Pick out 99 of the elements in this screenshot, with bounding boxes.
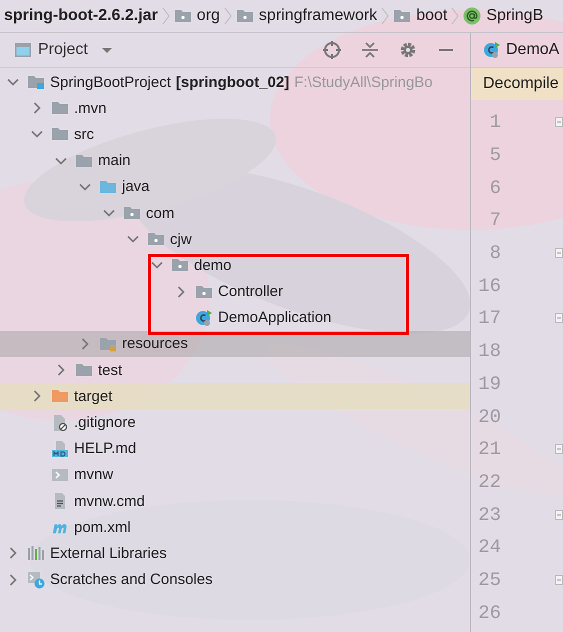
- line-number: 5: [488, 144, 501, 166]
- line-number: 16: [477, 274, 501, 297]
- line-number: 24: [477, 536, 501, 558]
- tree-item[interactable]: Scratches and Consoles: [0, 566, 470, 593]
- item-label: HELP.md: [74, 440, 136, 458]
- chevron-separator-icon: [451, 6, 460, 26]
- tree-item[interactable]: demo: [0, 252, 470, 278]
- item-label: mvnw: [74, 466, 114, 484]
- line-number: 18: [477, 340, 501, 362]
- item-label: .gitignore: [74, 414, 136, 432]
- fold-marker-icon[interactable]: [555, 510, 563, 520]
- line-number: 8: [488, 242, 501, 264]
- chevron-separator-icon: [162, 6, 170, 26]
- tree-item[interactable]: cjw: [0, 226, 470, 252]
- tree-item[interactable]: com: [0, 200, 470, 226]
- item-label: src: [74, 126, 94, 143]
- tree-item[interactable]: pom.xml: [0, 514, 470, 540]
- tree-item[interactable]: .mvn: [0, 95, 470, 122]
- line-number: 21: [477, 438, 501, 460]
- tree-item[interactable]: HELP.md: [0, 436, 470, 462]
- item-label: target: [74, 388, 112, 405]
- tree-item[interactable]: resources: [0, 330, 470, 358]
- module-folder-icon: [27, 73, 45, 92]
- panel-title[interactable]: Project: [38, 41, 88, 59]
- line-number: 6: [488, 176, 501, 199]
- line-number: 25: [477, 568, 501, 591]
- chevron-down-icon[interactable]: [103, 207, 115, 220]
- line-number: 20: [477, 406, 501, 428]
- chevron-down-icon[interactable]: [31, 128, 43, 140]
- chevron-right-icon[interactable]: [7, 574, 19, 586]
- fold-marker-icon[interactable]: [555, 444, 563, 454]
- tree-item[interactable]: test: [0, 357, 470, 384]
- breadcrumb-item[interactable]: org: [196, 7, 220, 25]
- breadcrumb-item[interactable]: SpringB: [486, 7, 544, 25]
- chevron-down-icon[interactable]: [127, 233, 139, 246]
- tree-item[interactable]: Controller: [0, 278, 470, 305]
- item-label: pom.xml: [74, 518, 131, 536]
- libraries-icon: [27, 544, 45, 562]
- chevron-down-icon[interactable]: [7, 76, 19, 88]
- item-label: .mvn: [74, 100, 107, 117]
- project-view-icon: [14, 41, 32, 59]
- markdown-file-icon: [51, 440, 69, 458]
- tree-item[interactable]: .gitignore: [0, 409, 470, 436]
- item-label: test: [98, 362, 122, 379]
- class-icon: [195, 308, 213, 327]
- breadcrumb-item[interactable]: boot: [416, 7, 448, 25]
- item-label: resources: [122, 335, 188, 352]
- line-number: 1: [488, 111, 501, 134]
- tree-item[interactable]: External Libraries: [0, 540, 470, 567]
- chevron-right-icon[interactable]: [55, 364, 67, 376]
- chevron-separator-icon: [381, 6, 390, 26]
- tree-item[interactable]: main: [0, 148, 470, 174]
- item-label: SpringBootProject: [50, 74, 171, 91]
- chevron-down-icon[interactable]: [151, 259, 163, 272]
- annotation-icon: [463, 7, 482, 25]
- fold-marker-icon[interactable]: [555, 313, 563, 324]
- gear-icon: [398, 40, 418, 60]
- breadcrumb-item[interactable]: spring-boot-2.6.2.jar: [4, 7, 158, 25]
- line-number: 23: [477, 504, 501, 526]
- line-number: 7: [488, 209, 501, 232]
- item-label: External Libraries: [50, 544, 167, 562]
- decompiled-banner-text: Decompile: [483, 75, 559, 93]
- fold-marker-icon[interactable]: [555, 248, 563, 258]
- chevron-right-icon[interactable]: [175, 286, 187, 298]
- module-name: [springboot_02]: [176, 74, 290, 91]
- breadcrumb-item[interactable]: springframework: [258, 7, 378, 25]
- item-label: com: [146, 204, 174, 222]
- item-label: main: [98, 152, 131, 170]
- line-number: 17: [477, 307, 501, 330]
- fold-marker-icon[interactable]: [555, 574, 563, 585]
- tree-item[interactable]: DemoApplication: [0, 304, 470, 331]
- ignored-file-icon: [51, 414, 69, 432]
- chevron-right-icon[interactable]: [79, 338, 91, 350]
- chevron-separator-icon: [224, 6, 232, 26]
- project-path: F:\StudyAll\SpringBo: [294, 74, 433, 91]
- class-icon: [483, 41, 501, 59]
- line-number: 19: [477, 372, 501, 395]
- item-label: java: [122, 178, 150, 196]
- tree-item[interactable]: SpringBootProject [springboot_02] F:\StudyAll\SpringBo: [0, 69, 470, 96]
- package-icon: [393, 7, 412, 25]
- item-label: mvnw.cmd: [74, 492, 145, 510]
- chevron-right-icon[interactable]: [31, 102, 43, 114]
- item-label: cjw: [170, 230, 192, 248]
- minimize-icon: [439, 49, 453, 51]
- tree-item[interactable]: mvnw: [0, 462, 470, 488]
- tree-item[interactable]: src: [0, 121, 470, 148]
- tree-item[interactable]: mvnw.cmd: [0, 488, 470, 514]
- item-label: demo: [194, 256, 232, 274]
- tree-item[interactable]: target: [0, 383, 470, 410]
- scratches-icon: [27, 570, 45, 589]
- item-label: DemoApplication: [218, 309, 332, 326]
- chevron-right-icon[interactable]: [7, 547, 19, 560]
- chevron-right-icon[interactable]: [31, 390, 43, 402]
- item-label: Scratches and Consoles: [50, 571, 213, 588]
- item-label: Controller: [218, 283, 284, 300]
- fold-marker-icon[interactable]: [555, 117, 563, 128]
- tree-item[interactable]: java: [0, 174, 470, 200]
- line-number: 26: [477, 602, 501, 624]
- line-number: 22: [477, 470, 501, 493]
